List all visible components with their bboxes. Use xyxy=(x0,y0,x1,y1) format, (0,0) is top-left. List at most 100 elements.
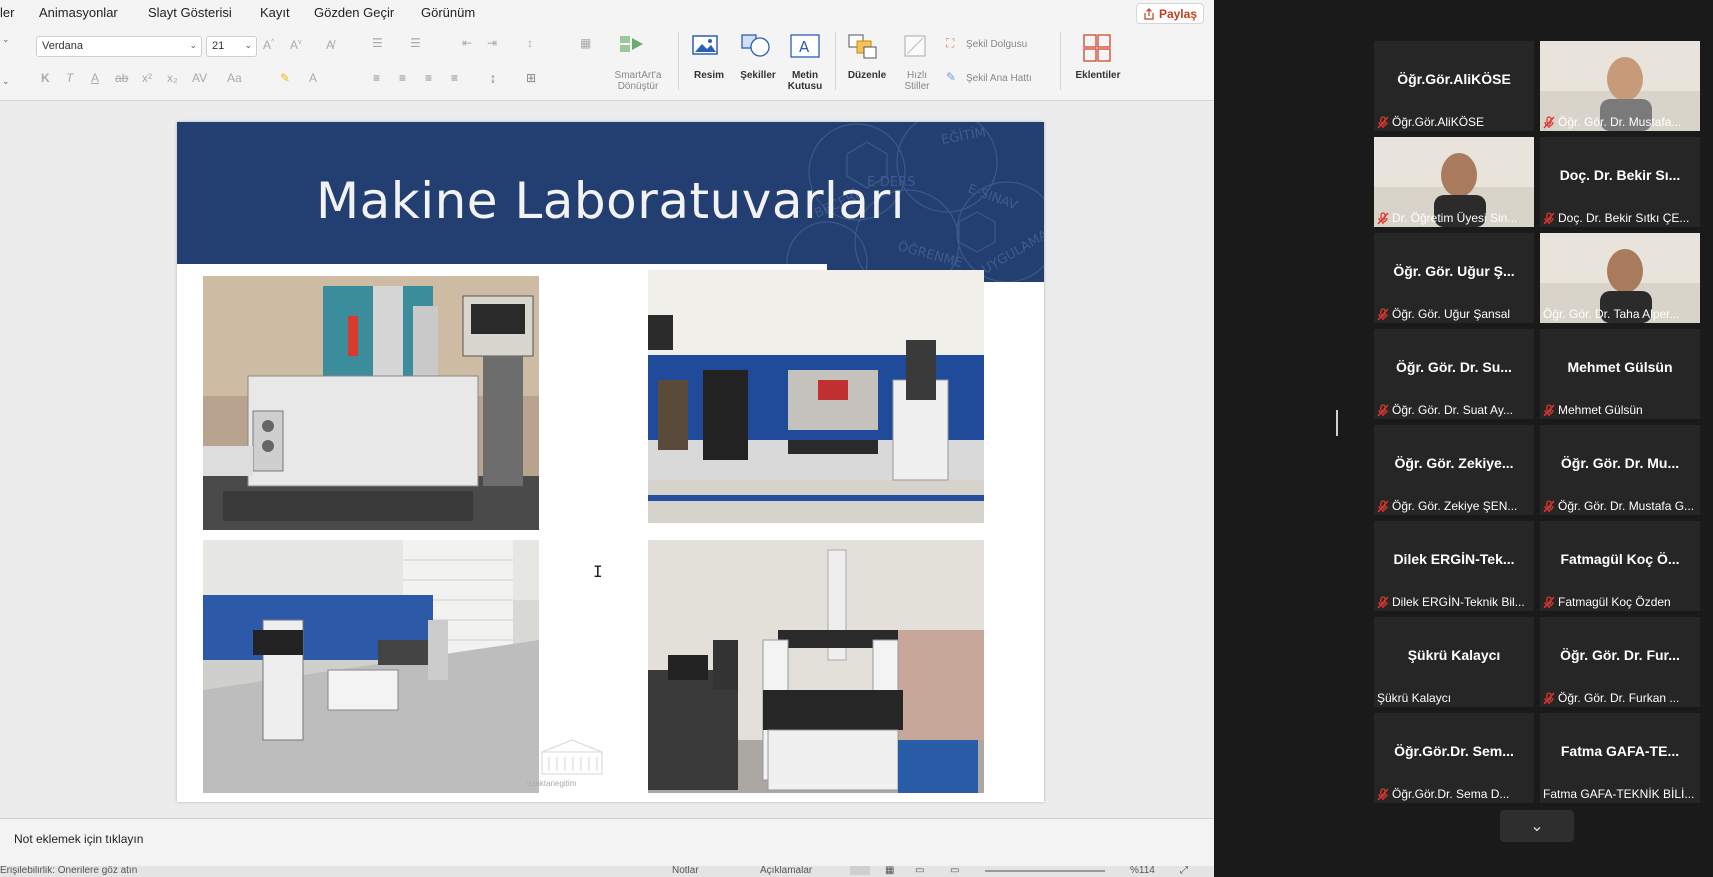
tab-gecisler[interactable]: ler xyxy=(0,5,14,20)
participant-tile[interactable]: Öğr. Gör. Dr. Taha Alper... xyxy=(1540,233,1700,323)
tab-kayit[interactable]: Kayıt xyxy=(260,5,290,20)
participant-tile[interactable]: Öğr. Gör. Dr. Fur... Öğr. Gör. Dr. Furkan… xyxy=(1540,617,1700,707)
participant-display-name: Öğr. Gör. Zekiye... xyxy=(1394,455,1514,471)
participant-name-label: Şükrü Kalaycı xyxy=(1377,691,1531,705)
participant-tile[interactable]: Fatmagül Koç Ö... Fatmagül Koç Özden xyxy=(1540,521,1700,611)
columns-icon[interactable]: ▦ xyxy=(580,36,591,50)
text-direction-icon[interactable]: ↨ xyxy=(490,71,496,85)
underline-icon[interactable]: A xyxy=(91,71,99,85)
muted-mic-icon xyxy=(1377,499,1389,512)
align-left-icon[interactable]: ≡ xyxy=(373,71,380,85)
reading-view-icon[interactable]: ▭ xyxy=(915,866,924,876)
slide-sorter-icon[interactable]: ▦ xyxy=(885,866,894,876)
participant-tile[interactable]: Öğr.Gör.Dr. Sem... Öğr.Gör.Dr. Sema D... xyxy=(1374,713,1534,803)
muted-mic-icon xyxy=(1377,787,1389,800)
highlight-icon[interactable]: ✎ xyxy=(280,71,290,85)
notes-button[interactable]: Notlar xyxy=(672,866,699,876)
photo-cmm-machine[interactable] xyxy=(648,540,984,793)
superscript-icon[interactable]: x² xyxy=(142,71,152,85)
participant-tile[interactable]: Öğr. Gör. Dr. Mustafa... xyxy=(1540,41,1700,131)
participant-tile[interactable]: Öğr. Gör. Dr. Su... Öğr. Gör. Dr. Suat Ay… xyxy=(1374,329,1534,419)
screen: ler Animasyonlar Slayt Gösterisi Kayıt G… xyxy=(0,0,1713,877)
slide-editor[interactable]: E-DERS EĞİTİM E-SINAV BECERİ ÖĞRENME UYG… xyxy=(0,102,1214,818)
notes-pane[interactable]: Not eklemek için tıklayın xyxy=(0,818,1214,866)
photo-edm-machine[interactable] xyxy=(203,276,539,530)
participant-tile[interactable]: Öğr. Gör. Uğur Ş... Öğr. Gör. Uğur Şansal xyxy=(1374,233,1534,323)
scroll-down-button[interactable]: ⌄ xyxy=(1500,810,1574,842)
tab-animasyonlar[interactable]: Animasyonlar xyxy=(39,5,118,20)
normal-view-icon[interactable] xyxy=(850,866,870,875)
bold-icon[interactable]: K xyxy=(41,71,50,85)
addins-icon[interactable] xyxy=(1083,34,1111,62)
picture-icon[interactable] xyxy=(692,34,720,58)
font-name-select[interactable]: Verdana ⌄ xyxy=(36,36,202,57)
font-shrink-icon[interactable]: Av xyxy=(290,38,302,52)
participant-display-name: Öğr. Gör. Dr. Fur... xyxy=(1560,647,1680,663)
share-button[interactable]: Paylaş xyxy=(1135,3,1204,24)
slide[interactable]: E-DERS EĞİTİM E-SINAV BECERİ ÖĞRENME UYG… xyxy=(177,122,1044,802)
notes-placeholder[interactable]: Not eklemek için tıklayın xyxy=(14,832,143,846)
decrease-indent-icon[interactable]: ⇤ xyxy=(462,36,472,50)
font-grow-icon[interactable]: A^ xyxy=(263,38,274,52)
muted-mic-icon xyxy=(1377,115,1389,128)
char-spacing-icon[interactable]: AV xyxy=(192,71,207,85)
slide-title[interactable]: Makine Laboratuvarları xyxy=(177,172,1044,230)
chevron-down-icon[interactable]: ⌄ xyxy=(2,34,10,45)
slideshow-icon[interactable]: ▭ xyxy=(950,866,959,876)
participant-tile[interactable]: Dilek ERGİN-Tek... Dilek ERGİN-Teknik Bil… xyxy=(1374,521,1534,611)
increase-indent-icon[interactable]: ⇥ xyxy=(487,36,497,50)
participant-tile[interactable]: Şükrü Kalaycı Şükrü Kalaycı xyxy=(1374,617,1534,707)
strikethrough-icon[interactable]: ab xyxy=(115,71,128,85)
participant-name-label: Mehmet Gülsün xyxy=(1543,403,1697,417)
zoom-level[interactable]: %114 xyxy=(1130,866,1155,876)
font-size-select[interactable]: 21 ⌄ xyxy=(206,36,257,57)
participant-tile[interactable]: Dr. Öğretim Üyesi Sin... xyxy=(1374,137,1534,227)
numbering-icon[interactable]: ☰ xyxy=(410,36,421,50)
smartart-icon[interactable] xyxy=(619,34,645,54)
shape-outline-button[interactable]: Şekil Ana Hattı xyxy=(966,73,1032,84)
participant-display-name: Dilek ERGİN-Tek... xyxy=(1393,551,1515,567)
photo-microscope[interactable] xyxy=(203,540,539,793)
participant-tile[interactable]: Mehmet Gülsün Mehmet Gülsün xyxy=(1540,329,1700,419)
participant-tile[interactable]: Öğr. Gör. Zekiye... Öğr. Gör. Zekiye ŞEN.… xyxy=(1374,425,1534,515)
participant-tile[interactable]: Öğr.Gör.AliKÖSE Öğr.Gör.AliKÖSE xyxy=(1374,41,1534,131)
participant-name: Öğr. Gör. Dr. Suat Ay... xyxy=(1392,403,1513,417)
tab-gozden-gecir[interactable]: Gözden Geçir xyxy=(314,5,394,20)
shapes-icon[interactable] xyxy=(740,32,772,58)
pane-splitter[interactable] xyxy=(1336,410,1338,436)
change-case-icon[interactable]: Aa xyxy=(227,71,242,85)
font-color-icon[interactable]: A xyxy=(309,71,317,85)
textbox-icon[interactable]: A xyxy=(790,34,820,58)
align-center-icon[interactable]: ≡ xyxy=(399,71,406,85)
accessibility-status[interactable]: Erişilebilirlik: Önerilere göz atın xyxy=(0,866,137,876)
comments-button[interactable]: Açıklamalar xyxy=(760,866,812,876)
participant-display-name: Mehmet Gülsün xyxy=(1567,359,1673,375)
tab-slayt-gosterisi[interactable]: Slayt Gösterisi xyxy=(148,5,232,20)
arrange-icon[interactable] xyxy=(848,34,878,60)
participant-name: Öğr. Gör. Dr. Mustafa... xyxy=(1558,115,1682,129)
italic-icon[interactable]: T xyxy=(66,71,73,85)
chevron-down-icon[interactable]: ⌄ xyxy=(2,76,10,87)
muted-mic-icon xyxy=(1377,211,1389,224)
quick-styles-icon[interactable] xyxy=(903,34,929,60)
align-text-icon[interactable]: ⊞ xyxy=(526,71,536,85)
participant-display-name: Öğr. Gör. Dr. Su... xyxy=(1396,359,1512,375)
participant-tile[interactable]: Fatma GAFA-TE... Fatma GAFA-TEKNİK BİLİ..… xyxy=(1540,713,1700,803)
line-spacing-icon[interactable]: ↕ xyxy=(527,36,533,50)
bullets-icon[interactable]: ☰ xyxy=(372,36,383,50)
shape-fill-button[interactable]: Şekil Dolgusu xyxy=(966,39,1027,50)
clear-format-icon[interactable]: A̸ xyxy=(326,38,334,52)
participant-name-label: Öğr. Gör. Uğur Şansal xyxy=(1377,307,1531,321)
ribbon-tab-bar: ler Animasyonlar Slayt Gösterisi Kayıt G… xyxy=(0,0,1214,26)
photo-hardness-tester[interactable] xyxy=(648,270,984,523)
participant-name-label: Fatma GAFA-TEKNİK BİLİ... xyxy=(1543,787,1697,801)
text-cursor-icon: I xyxy=(593,562,603,581)
align-right-icon[interactable]: ≡ xyxy=(425,71,432,85)
participant-tile[interactable]: Doç. Dr. Bekir Sı... Doç. Dr. Bekir Sıtkı… xyxy=(1540,137,1700,227)
justify-icon[interactable]: ≡ xyxy=(451,71,458,85)
subscript-icon[interactable]: x₂ xyxy=(167,71,178,85)
zoom-slider[interactable] xyxy=(985,870,1105,872)
tab-gorunum[interactable]: Görünüm xyxy=(421,5,475,20)
fit-slide-icon[interactable]: ⤢ xyxy=(1180,866,1188,876)
participant-tile[interactable]: Öğr. Gör. Dr. Mu... Öğr. Gör. Dr. Mustafa… xyxy=(1540,425,1700,515)
